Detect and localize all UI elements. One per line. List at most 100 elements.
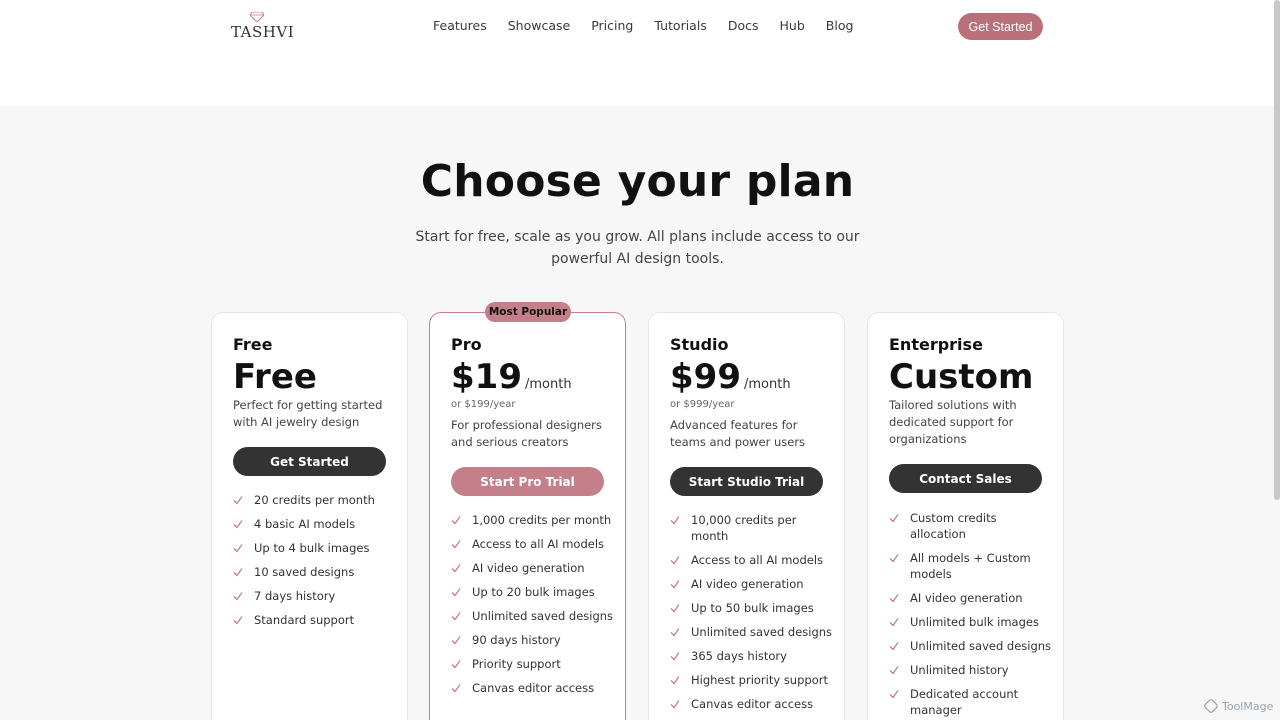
- price-value: $99: [670, 357, 741, 397]
- feature-item: Unlimited saved designs: [670, 624, 835, 640]
- feature-item: AI video generation: [670, 576, 835, 592]
- feature-list: 10,000 credits per month Access to all AI…: [670, 512, 835, 720]
- feature-item: 365 days history: [670, 648, 835, 664]
- check-icon: [889, 594, 899, 603]
- check-icon: [451, 612, 461, 621]
- price-period: /month: [743, 377, 791, 392]
- feature-item: 20 credits per month: [233, 492, 398, 508]
- feature-text: Highest priority support: [691, 673, 828, 687]
- main-nav: Features Showcase Pricing Tutorials Docs…: [433, 18, 853, 33]
- check-icon: [670, 604, 680, 613]
- feature-text: Unlimited saved designs: [472, 609, 614, 623]
- feature-item: Custom credits allocation: [889, 510, 1054, 542]
- feature-text: Canvas editor access: [691, 697, 814, 711]
- check-icon: [670, 556, 680, 565]
- plan-description: Advanced features for teams and power us…: [670, 418, 806, 449]
- check-icon: [889, 666, 899, 675]
- yearly-price: or $199/year: [451, 399, 516, 410]
- feature-text: Up to 4 bulk images: [254, 541, 370, 555]
- feature-text: Dedicated account manager: [910, 687, 1019, 717]
- feature-item: Access to all AI models: [451, 536, 616, 552]
- watermark-text: ToolMage: [1222, 699, 1274, 713]
- start-studio-trial-button[interactable]: Start Studio Trial: [670, 467, 823, 496]
- feature-text: Unlimited history: [910, 663, 1009, 677]
- check-icon: [889, 690, 899, 699]
- site-header: TASHVI Features Showcase Pricing Tutoria…: [0, 0, 1280, 106]
- plan-price: $99/month: [670, 357, 791, 405]
- check-icon: [670, 628, 680, 637]
- feature-item: Highest priority support: [670, 672, 835, 688]
- feature-item: 10 saved designs: [233, 564, 398, 580]
- check-icon: [889, 618, 899, 627]
- feature-item: Standard support: [233, 612, 398, 628]
- nav-tutorials[interactable]: Tutorials: [654, 18, 706, 33]
- plan-name: Studio: [670, 335, 729, 354]
- nav-pricing[interactable]: Pricing: [591, 18, 633, 33]
- check-icon: [889, 514, 899, 523]
- check-icon: [670, 580, 680, 589]
- nav-hub[interactable]: Hub: [780, 18, 805, 33]
- check-icon: [233, 616, 243, 625]
- feature-text: Priority support: [472, 657, 561, 671]
- plan-description: Perfect for getting started with AI jewe…: [233, 398, 383, 429]
- feature-text: 10,000 credits per month: [691, 513, 797, 543]
- feature-text: Custom credits allocation: [910, 511, 997, 541]
- brand-logo[interactable]: TASHVI: [231, 12, 294, 42]
- feature-item: AI video generation: [889, 590, 1054, 606]
- page-scrollbar[interactable]: [1274, 0, 1280, 500]
- feature-list: 1,000 credits per month Access to all AI …: [451, 512, 616, 704]
- check-icon: [451, 636, 461, 645]
- feature-item: AI video generation: [451, 560, 616, 576]
- plan-price: Free: [233, 357, 317, 397]
- feature-list: Custom credits allocation All models + Cu…: [889, 510, 1054, 720]
- nav-showcase[interactable]: Showcase: [508, 18, 570, 33]
- check-icon: [670, 516, 680, 525]
- feature-item: Dedicated account manager: [889, 686, 1054, 718]
- feature-item: All models + Custom models: [889, 550, 1054, 582]
- feature-item: Canvas editor access: [670, 696, 835, 712]
- plan-name: Enterprise: [889, 335, 983, 354]
- plan-card-pro: Most Popular Pro $19/month or $199/year …: [429, 302, 626, 720]
- feature-text: Up to 20 bulk images: [472, 585, 595, 599]
- contact-sales-button[interactable]: Contact Sales: [889, 464, 1042, 493]
- check-icon: [451, 684, 461, 693]
- watermark: ToolMage: [1204, 699, 1273, 713]
- feature-item: Up to 4 bulk images: [233, 540, 398, 556]
- check-icon: [889, 642, 899, 651]
- feature-text: Unlimited saved designs: [691, 625, 833, 639]
- check-icon: [670, 652, 680, 661]
- feature-text: Access to all AI models: [472, 537, 605, 551]
- plan-description: Tailored solutions with dedicated suppor…: [889, 398, 1017, 446]
- check-icon: [451, 540, 461, 549]
- feature-item: Up to 50 bulk images: [670, 600, 835, 616]
- feature-text: 7 days history: [254, 589, 336, 603]
- check-icon: [233, 544, 243, 553]
- feature-item: Up to 20 bulk images: [451, 584, 616, 600]
- nav-blog[interactable]: Blog: [826, 18, 854, 33]
- most-popular-badge: Most Popular: [485, 302, 571, 322]
- plan-card-free: Free Free Perfect for getting started wi…: [211, 312, 408, 720]
- check-icon: [233, 496, 243, 505]
- check-icon: [451, 516, 461, 525]
- nav-features[interactable]: Features: [433, 18, 487, 33]
- check-icon: [889, 554, 899, 563]
- plan-name: Pro: [451, 335, 482, 354]
- start-pro-trial-button[interactable]: Start Pro Trial: [451, 467, 604, 496]
- plan-card-studio: Studio $99/month or $999/year Advanced f…: [648, 312, 845, 720]
- feature-text: AI video generation: [472, 561, 585, 575]
- check-icon: [233, 520, 243, 529]
- price-value: $19: [451, 357, 522, 397]
- feature-text: 10 saved designs: [254, 565, 355, 579]
- get-started-plan-button[interactable]: Get Started: [233, 447, 386, 476]
- check-icon: [451, 564, 461, 573]
- feature-item: 90 days history: [451, 632, 616, 648]
- check-icon: [233, 592, 243, 601]
- feature-item: Unlimited saved designs: [451, 608, 616, 624]
- feature-text: AI video generation: [910, 591, 1023, 605]
- nav-docs[interactable]: Docs: [728, 18, 759, 33]
- feature-text: 20 credits per month: [254, 493, 375, 507]
- feature-text: AI video generation: [691, 577, 804, 591]
- get-started-button[interactable]: Get Started: [958, 13, 1043, 40]
- feature-text: Standard support: [254, 613, 355, 627]
- feature-item: 4 basic AI models: [233, 516, 398, 532]
